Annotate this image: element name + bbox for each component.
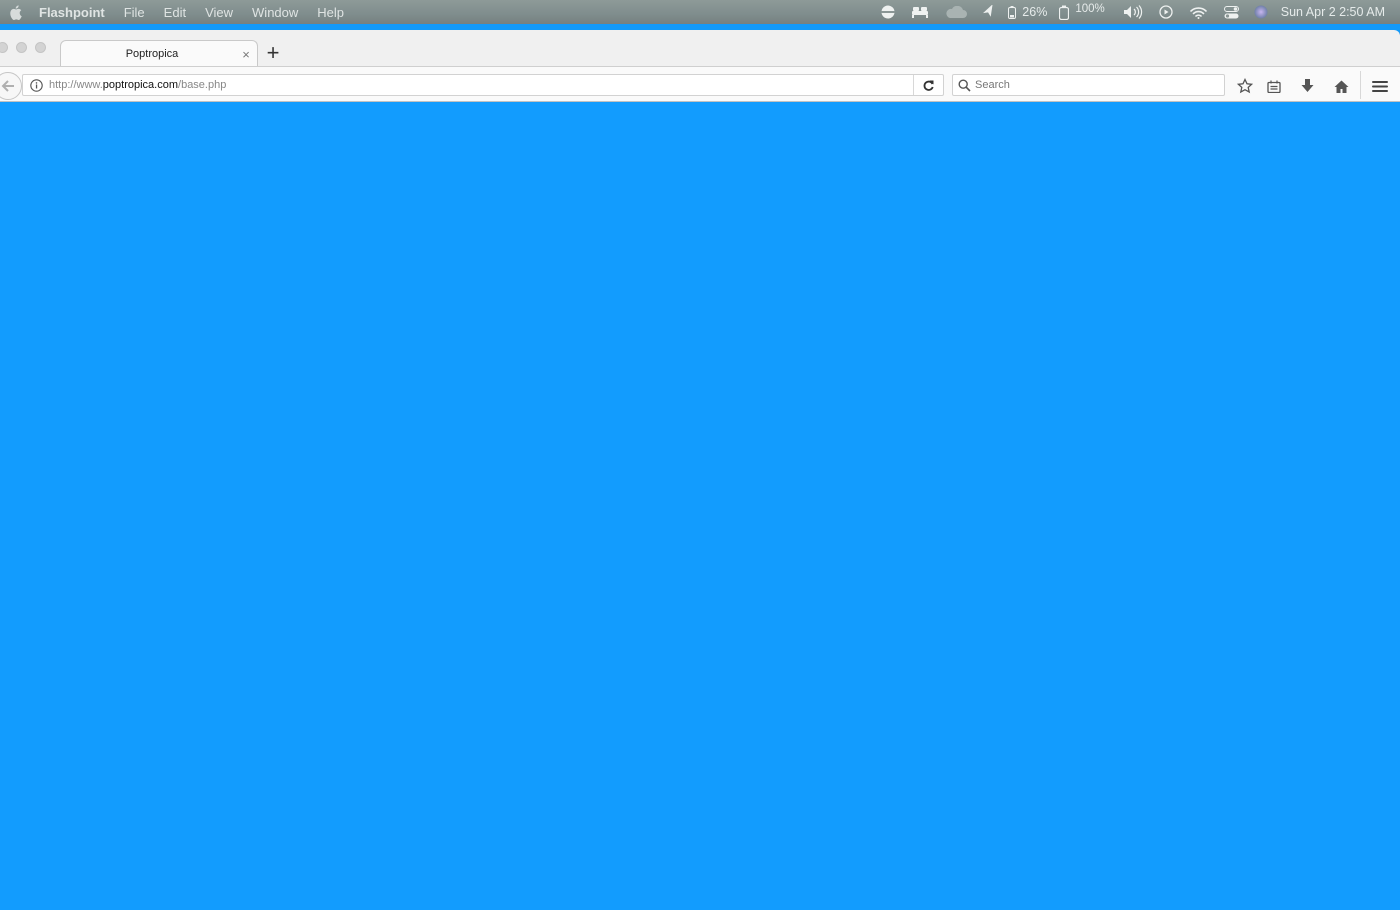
home-icon[interactable] [1331, 77, 1351, 95]
toolbar-divider [1360, 71, 1361, 99]
tab-title: Poptropica [125, 48, 179, 60]
info-icon[interactable] [23, 78, 49, 92]
url-domain: poptropica.com [102, 79, 179, 91]
apple-icon[interactable] [1, 4, 29, 20]
menu-view[interactable]: View [205, 5, 233, 20]
status-area: 26% 100% Sun Apr 2 2:50 AM [876, 0, 1400, 24]
reload-button[interactable] [913, 75, 943, 95]
menu-app-name[interactable]: Flashpoint [39, 5, 105, 20]
clock-datetime[interactable]: Sun Apr 2 2:50 AM [1281, 5, 1385, 19]
battery-percent: 26% [1022, 5, 1048, 19]
window-controls [0, 42, 46, 53]
zoom-window-button[interactable] [35, 42, 46, 53]
wifi-icon[interactable] [1181, 0, 1217, 24]
bookmark-star-icon[interactable] [1235, 77, 1255, 95]
search-placeholder: Search [975, 79, 1010, 91]
browser-window: Poptropica × + http://www.poptropica.com… [0, 30, 1400, 910]
tab-strip: Poptropica × + [0, 30, 1400, 67]
hamburger-menu-icon[interactable] [1370, 77, 1390, 95]
minimize-window-button[interactable] [16, 42, 27, 53]
tab-close-icon[interactable]: × [235, 47, 257, 62]
page-content-area[interactable] [0, 102, 1400, 910]
menu-edit[interactable]: Edit [164, 5, 186, 20]
search-icon [953, 78, 975, 92]
menu-file[interactable]: File [124, 5, 145, 20]
navigation-toolbar: http://www.poptropica.com/base.php Searc… [0, 66, 1400, 102]
url-path: /base.php [178, 79, 227, 91]
battery-outline-icon[interactable] [1053, 0, 1075, 24]
reload-icon [923, 80, 934, 91]
back-button[interactable] [0, 72, 22, 100]
back-arrow-icon [1, 80, 14, 92]
half-circle-icon[interactable] [876, 0, 900, 24]
control-center-icon[interactable] [1217, 0, 1247, 24]
reading-list-icon[interactable] [1264, 77, 1284, 95]
airplane-icon[interactable] [972, 0, 1006, 24]
menu-bar: Flashpoint File Edit View Window Help 26… [0, 0, 1400, 24]
second-battery-percent: 100% [1075, 3, 1105, 15]
cloud-icon[interactable] [940, 0, 972, 24]
url-prefix: http://www. [49, 79, 103, 91]
siri-icon[interactable] [1247, 0, 1275, 24]
play-circle-icon[interactable] [1151, 0, 1181, 24]
menu-help[interactable]: Help [317, 5, 344, 20]
close-window-button[interactable] [0, 42, 8, 53]
tab-poptropica[interactable]: Poptropica × [60, 40, 258, 67]
url-text[interactable]: http://www.poptropica.com/base.php [49, 79, 226, 91]
search-bar[interactable]: Search [952, 74, 1225, 96]
battery-icon[interactable] [1006, 0, 1018, 24]
url-bar[interactable]: http://www.poptropica.com/base.php [22, 74, 944, 96]
volume-icon[interactable] [1115, 0, 1151, 24]
bed-icon[interactable] [900, 0, 940, 24]
download-arrow-icon[interactable] [1297, 77, 1317, 95]
new-tab-button[interactable]: + [263, 42, 283, 64]
menu-window[interactable]: Window [252, 5, 298, 20]
